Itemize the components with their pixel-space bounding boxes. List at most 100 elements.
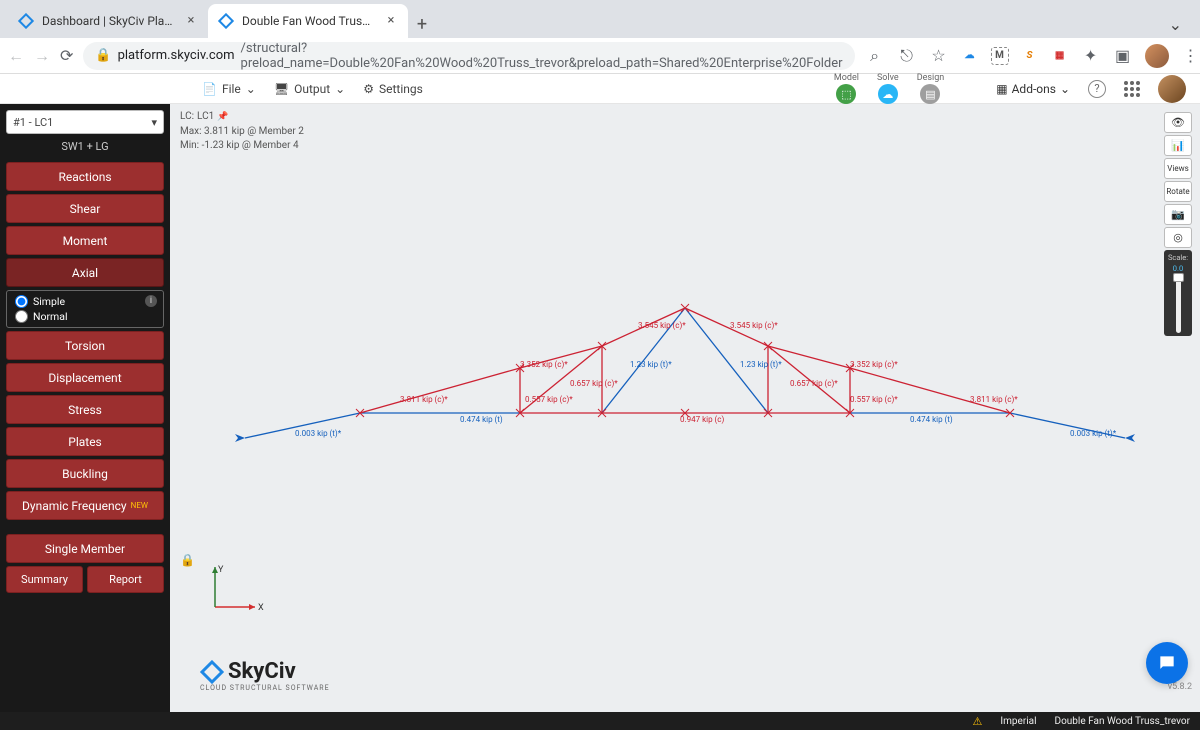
- chevron-down-icon[interactable]: ⌄: [1165, 11, 1186, 38]
- status-project[interactable]: Double Fan Wood Truss_trevor: [1055, 716, 1190, 727]
- report-button[interactable]: Report: [87, 566, 164, 593]
- skyciv-favicon-icon: [18, 13, 34, 29]
- status-units[interactable]: Imperial: [1000, 716, 1036, 727]
- status-bar: ⚠ Imperial Double Fan Wood Truss_trevor: [0, 712, 1200, 730]
- menu-file[interactable]: 📄 File ⌄: [202, 82, 256, 96]
- model-toggle[interactable]: Model⬚: [834, 73, 859, 104]
- url-input[interactable]: 🔒 platform.skyciv.com/structural?preload…: [83, 42, 854, 70]
- skyciv-logo: SkyCiv CLOUD STRUCTURAL SOFTWARE: [200, 659, 330, 692]
- main-layout: #1 - LC1 ▾ SW1 + LG Reactions Shear Mome…: [0, 104, 1200, 712]
- visibility-icon[interactable]: 👁: [1164, 112, 1192, 133]
- stress-button[interactable]: Stress: [6, 395, 164, 424]
- close-icon[interactable]: ×: [184, 14, 198, 28]
- force-label: 3.352 kip (c)*: [520, 360, 568, 369]
- radio-simple[interactable]: Simple: [15, 295, 155, 308]
- reload-icon[interactable]: ⟳: [60, 46, 73, 66]
- warning-icon[interactable]: ⚠: [973, 715, 983, 728]
- extension-icon[interactable]: ☁: [961, 47, 979, 65]
- star-icon[interactable]: ☆: [929, 46, 949, 66]
- lock-view-icon[interactable]: 🔒: [180, 553, 195, 567]
- chevron-down-icon: ▾: [151, 116, 157, 129]
- apps-grid-icon[interactable]: [1124, 81, 1140, 97]
- svg-text:Y: Y: [218, 565, 224, 575]
- dynamic-frequency-button[interactable]: Dynamic Frequency: [6, 491, 164, 520]
- scale-thumb[interactable]: [1173, 273, 1184, 282]
- force-label: 0.947 kip (c): [680, 415, 724, 424]
- url-path: /structural?preload_name=Double%20Fan%20…: [241, 41, 843, 71]
- axial-button[interactable]: Axial: [6, 258, 164, 287]
- view-controls: 👁 📊 Views Rotate 📷 ◎ Scale: 0.0: [1164, 112, 1192, 336]
- tab-title: Dashboard | SkyCiv Platform: [42, 14, 176, 28]
- rotate-button[interactable]: Rotate: [1164, 181, 1192, 202]
- help-icon[interactable]: ?: [1088, 80, 1106, 98]
- menu-output[interactable]: 🖥 Output ⌄: [274, 82, 345, 96]
- avatar[interactable]: [1145, 44, 1169, 68]
- browser-tab[interactable]: Double Fan Wood Truss_trevor ×: [208, 4, 408, 38]
- skyciv-logo-icon: [200, 660, 224, 684]
- load-combo-formula: SW1 + LG: [6, 137, 164, 159]
- camera-icon[interactable]: 📷: [1164, 204, 1192, 225]
- force-label: 1.23 kip (t)*: [740, 360, 782, 369]
- torsion-button[interactable]: Torsion: [6, 331, 164, 360]
- viewport-canvas[interactable]: LC: LC1 📌 Max: 3.811 kip @ Member 2 Min:…: [170, 104, 1200, 712]
- avatar[interactable]: [1158, 75, 1186, 103]
- views-button[interactable]: Views: [1164, 158, 1192, 179]
- force-label: 3.545 kip (c)*: [638, 321, 686, 330]
- url-host: platform.skyciv.com: [118, 48, 235, 63]
- force-label: 0.003 kip (t)*: [295, 429, 342, 438]
- forward-icon[interactable]: →: [34, 46, 50, 66]
- shear-button[interactable]: Shear: [6, 194, 164, 223]
- reactions-button[interactable]: Reactions: [6, 162, 164, 191]
- scale-track[interactable]: [1176, 275, 1181, 333]
- share-icon[interactable]: ⎋: [897, 46, 917, 66]
- lock-icon: 🔒: [95, 48, 111, 63]
- load-combo-select[interactable]: #1 - LC1 ▾: [6, 110, 164, 134]
- single-member-button[interactable]: Single Member: [6, 534, 164, 563]
- svg-text:X: X: [258, 603, 264, 613]
- info-icon[interactable]: i: [145, 295, 157, 307]
- browser-toolbar: ← → ⟳ 🔒 platform.skyciv.com/structural?p…: [0, 38, 1200, 74]
- solve-toggle[interactable]: Solve☁: [877, 73, 899, 104]
- side-panel-icon[interactable]: ▣: [1113, 46, 1133, 66]
- menu-settings[interactable]: ⚙ Settings: [363, 82, 423, 96]
- target-icon[interactable]: ◎: [1164, 227, 1192, 248]
- scale-slider: Scale: 0.0: [1164, 250, 1192, 336]
- menu-icon[interactable]: ⋮: [1181, 46, 1200, 66]
- extension-icon[interactable]: ▦: [1051, 47, 1069, 65]
- browser-tab-strip: Dashboard | SkyCiv Platform × Double Fan…: [0, 0, 1200, 38]
- lc-info: LC: LC1 📌 Max: 3.811 kip @ Member 2 Min:…: [180, 110, 304, 154]
- close-icon[interactable]: ×: [384, 14, 398, 28]
- toolbar-right: ⌕ ⎋ ☆ ☁ M S ▦ ✦ ▣ ⋮: [865, 44, 1200, 68]
- new-tab-button[interactable]: +: [408, 10, 436, 38]
- extensions-icon[interactable]: ✦: [1081, 46, 1101, 66]
- force-label: 0.657 kip (c)*: [790, 379, 838, 388]
- displacement-button[interactable]: Displacement: [6, 363, 164, 392]
- back-icon[interactable]: ←: [8, 46, 24, 66]
- addons-button[interactable]: ▦ Add-ons ⌄: [996, 82, 1070, 96]
- extension-icon[interactable]: S: [1021, 47, 1039, 65]
- extension-icon[interactable]: M: [991, 47, 1009, 65]
- axis-indicator: X Y: [205, 562, 265, 622]
- force-label: 3.811 kip (c)*: [400, 395, 448, 404]
- summary-button[interactable]: Summary: [6, 566, 83, 593]
- force-label: 3.811 kip (c)*: [970, 395, 1018, 404]
- force-label: 0.474 kip (t): [910, 415, 953, 424]
- browser-tab[interactable]: Dashboard | SkyCiv Platform ×: [8, 4, 208, 38]
- force-label: 3.545 kip (c)*: [730, 321, 778, 330]
- chat-icon[interactable]: [1146, 642, 1188, 684]
- design-toggle[interactable]: Design▤: [917, 73, 945, 104]
- force-label: 0.657 kip (c)*: [570, 379, 618, 388]
- buckling-button[interactable]: Buckling: [6, 459, 164, 488]
- truss-diagram: 3.545 kip (c)* 3.545 kip (c)* 3.352 kip (c…: [170, 104, 1200, 712]
- radio-normal[interactable]: Normal: [15, 310, 155, 323]
- force-label: 0.557 kip (c)*: [525, 395, 573, 404]
- moment-button[interactable]: Moment: [6, 226, 164, 255]
- app-menu-bar: 📄 File ⌄ 🖥 Output ⌄ ⚙ Settings Model⬚ So…: [0, 74, 1200, 104]
- pin-icon[interactable]: 📌: [217, 111, 228, 124]
- tab-title: Double Fan Wood Truss_trevor: [242, 14, 376, 28]
- plates-button[interactable]: Plates: [6, 427, 164, 456]
- chart-icon[interactable]: 📊: [1164, 135, 1192, 156]
- force-label: 1.23 kip (t)*: [630, 360, 672, 369]
- force-label: 0.474 kip (t): [460, 415, 503, 424]
- search-icon[interactable]: ⌕: [865, 46, 885, 66]
